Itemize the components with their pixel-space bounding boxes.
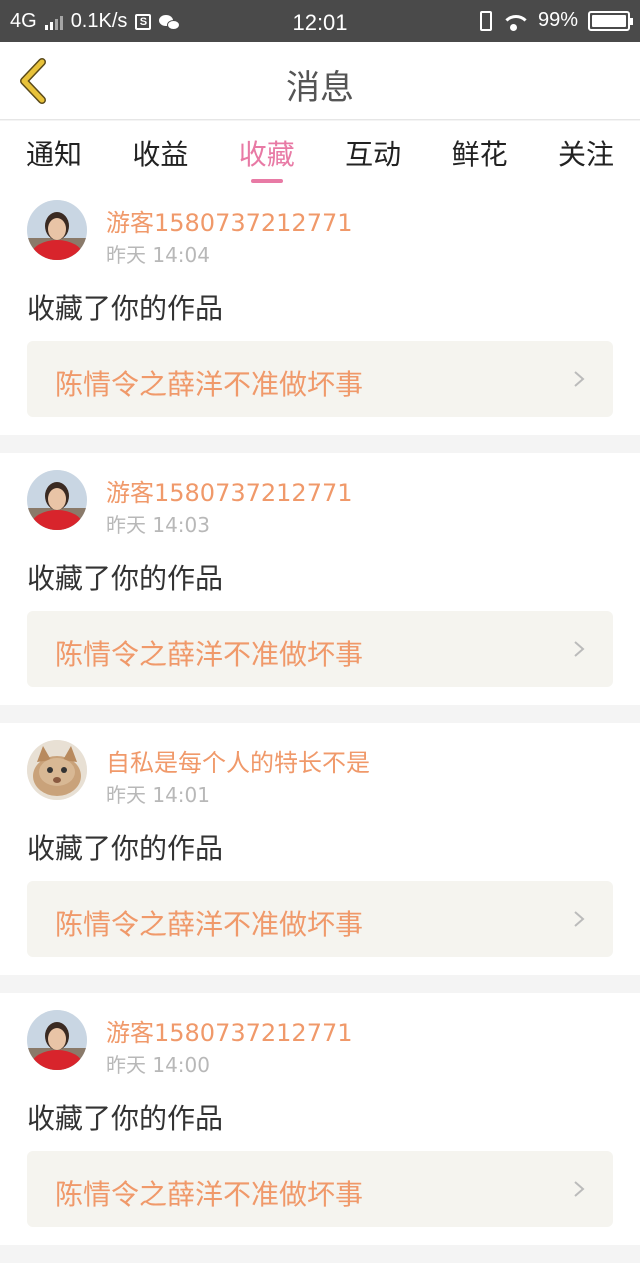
timestamp: 昨天 14:00 xyxy=(106,1053,210,1077)
status-bar: 4G 0.1K/s S 12:01 99% xyxy=(0,0,640,42)
username[interactable]: 游客1580737212771 xyxy=(106,203,353,238)
action-text: 收藏了你的作品 xyxy=(27,1102,224,1135)
username[interactable]: 游客1580737212771 xyxy=(106,1013,353,1048)
wifi-icon xyxy=(501,11,528,31)
battery-icon xyxy=(588,10,633,31)
username[interactable]: 自私是每个人的特长不是 xyxy=(106,743,370,778)
list-item: 游客1580737212771 昨天 14:04 收藏了你的作品 陈情令之薛洋不… xyxy=(0,183,640,435)
avatar[interactable] xyxy=(27,740,87,800)
tab-earnings[interactable]: 收益 xyxy=(132,121,188,183)
nav-bar: 消息 xyxy=(0,42,640,120)
battery-percent: 99% xyxy=(537,9,578,31)
list-item: 游客1580737212771 昨天 14:03 收藏了你的作品 陈情令之薛洋不… xyxy=(0,453,640,705)
list-item: 游客1580737212771 昨天 14:00 收藏了你的作品 陈情令之薛洋不… xyxy=(0,993,640,1245)
tab-interaction[interactable]: 互动 xyxy=(345,121,401,183)
tab-bar: 通知 收益 收藏 互动 鲜花 关注 xyxy=(0,121,640,183)
tab-follow[interactable]: 关注 xyxy=(558,121,614,183)
page-title: 消息 xyxy=(286,68,354,108)
avatar[interactable] xyxy=(27,470,87,530)
username[interactable]: 游客1580737212771 xyxy=(106,473,353,508)
tab-flowers[interactable]: 鲜花 xyxy=(452,121,508,183)
chevron-right-icon xyxy=(574,641,585,657)
tab-notice[interactable]: 通知 xyxy=(26,121,82,183)
action-text: 收藏了你的作品 xyxy=(27,292,224,325)
chevron-right-icon xyxy=(574,1181,585,1197)
vibrate-icon xyxy=(479,10,492,31)
timestamp: 昨天 14:03 xyxy=(106,513,210,537)
tab-favorites[interactable]: 收藏 xyxy=(239,121,295,183)
girl-avatar-icon xyxy=(27,200,87,260)
work-title: 陈情令之薛洋不准做坏事 xyxy=(55,1178,364,1211)
status-right: 99% xyxy=(479,9,633,32)
avatar[interactable] xyxy=(27,200,87,260)
timestamp: 昨天 14:04 xyxy=(106,243,210,267)
message-list: 游客1580737212771 昨天 14:04 收藏了你的作品 陈情令之薛洋不… xyxy=(0,183,640,1263)
work-title: 陈情令之薛洋不准做坏事 xyxy=(55,908,364,941)
avatar[interactable] xyxy=(27,1010,87,1070)
work-title: 陈情令之薛洋不准做坏事 xyxy=(55,368,364,401)
list-item: 自私是每个人的特长不是 昨天 14:01 收藏了你的作品 陈情令之薛洋不准做坏事 xyxy=(0,723,640,975)
girl-avatar-icon xyxy=(27,1010,87,1070)
action-text: 收藏了你的作品 xyxy=(27,562,224,595)
work-title: 陈情令之薛洋不准做坏事 xyxy=(55,638,364,671)
chevron-right-icon xyxy=(574,911,585,927)
girl-avatar-icon xyxy=(27,470,87,530)
work-link[interactable]: 陈情令之薛洋不准做坏事 xyxy=(27,341,613,417)
chevron-right-icon xyxy=(574,371,585,387)
work-link[interactable]: 陈情令之薛洋不准做坏事 xyxy=(27,611,613,687)
work-link[interactable]: 陈情令之薛洋不准做坏事 xyxy=(27,1151,613,1227)
action-text: 收藏了你的作品 xyxy=(27,832,224,865)
cat-avatar-icon xyxy=(27,740,87,800)
timestamp: 昨天 14:01 xyxy=(106,783,210,807)
work-link[interactable]: 陈情令之薛洋不准做坏事 xyxy=(27,881,613,957)
